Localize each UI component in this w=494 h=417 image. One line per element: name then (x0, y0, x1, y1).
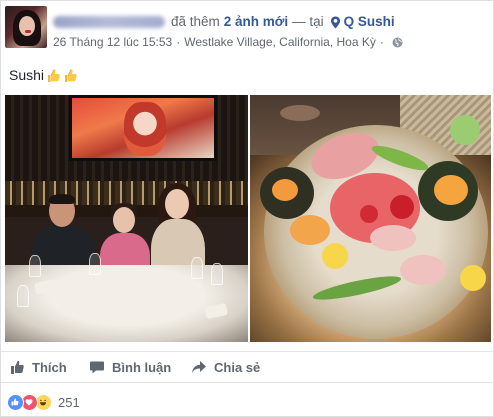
place-link[interactable]: Q Sushi (344, 13, 395, 31)
post-caption: Sushi (9, 64, 78, 86)
like-button[interactable]: Thích (9, 352, 67, 382)
share-icon (192, 361, 206, 373)
globe-icon[interactable] (392, 37, 403, 48)
photos-link[interactable]: 2 ảnh mới (224, 13, 288, 31)
meta-separator: · (379, 35, 384, 49)
like-reaction-icon (7, 393, 24, 411)
reaction-count[interactable]: 251 (58, 395, 80, 410)
share-button[interactable]: Chia sẻ (191, 352, 260, 382)
post-timestamp[interactable]: 26 Tháng 12 lúc 15:53 (53, 35, 172, 49)
comment-icon (90, 361, 104, 374)
reactions-summary[interactable]: 251 (7, 392, 80, 412)
comment-button[interactable]: Bình luận (89, 352, 171, 382)
like-label: Thích (32, 359, 67, 375)
caption-text: Sushi (9, 67, 45, 83)
post-location[interactable]: Westlake Village, California, Hoa Kỳ (184, 35, 376, 49)
at-text: — tại (292, 14, 324, 29)
action-bar: Thích Bình luận Chia sẻ (1, 351, 494, 383)
map-pin-icon (330, 16, 341, 29)
action-text: đã thêm (171, 14, 220, 29)
photo-restaurant[interactable] (5, 95, 248, 342)
post-meta: 26 Tháng 12 lúc 15:53 · Westlake Village… (53, 35, 483, 49)
comment-label: Bình luận (112, 359, 172, 375)
post-card: đã thêm 2 ảnh mới — tại Q Sushi 26 Tháng… (0, 0, 494, 417)
photo-sushi-platter[interactable] (250, 95, 491, 342)
thumbs-up-emoji-icon (45, 67, 61, 83)
thumbs-up-icon (11, 360, 24, 374)
meta-separator: · (176, 35, 181, 49)
author-name-blurred[interactable] (53, 16, 165, 28)
share-label: Chia sẻ (214, 359, 261, 375)
avatar[interactable] (5, 6, 47, 48)
thumbs-up-emoji-icon (62, 67, 78, 83)
post-header: đã thêm 2 ảnh mới — tại Q Sushi (53, 13, 483, 31)
